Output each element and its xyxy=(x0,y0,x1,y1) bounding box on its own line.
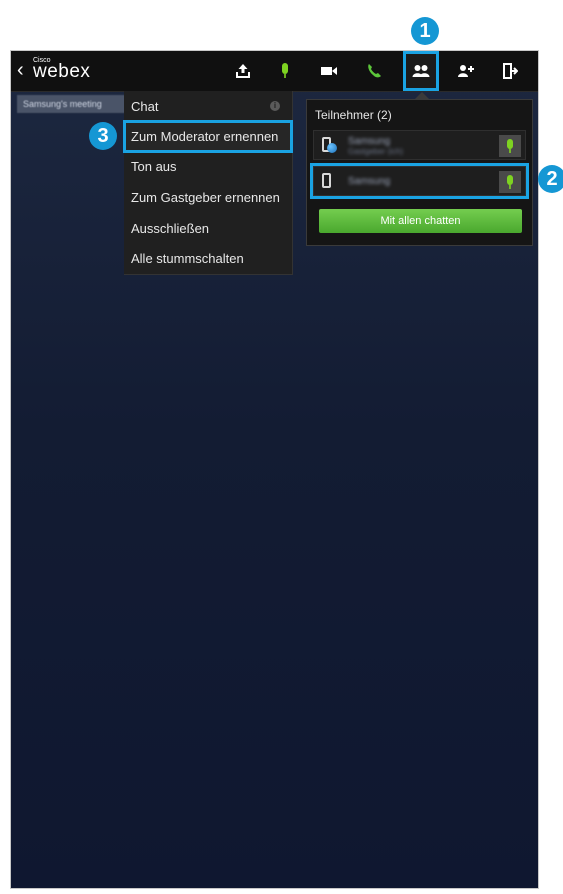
upload-icon[interactable] xyxy=(226,51,260,91)
microphone-icon[interactable] xyxy=(268,51,302,91)
exit-icon[interactable] xyxy=(493,51,527,91)
participant-name: Samsung xyxy=(348,176,391,187)
phone-icon[interactable] xyxy=(357,51,391,91)
menu-item-label: Zum Moderator ernennen xyxy=(131,129,279,144)
callout-badge-3: 3 xyxy=(89,122,117,150)
menu-item-chat[interactable]: Chat i xyxy=(124,91,292,122)
participant-row[interactable]: Samsung Gastgeber (ich) xyxy=(313,130,526,160)
video-camera-icon[interactable] xyxy=(312,51,346,91)
participants-panel: Teilnehmer (2) Samsung Gastgeber (ich) S… xyxy=(306,99,533,246)
info-icon: i xyxy=(270,101,280,111)
app-window: ‹ Cisco webex Samsung's meeting Chat i Z… xyxy=(10,50,539,889)
participant-role: Gastgeber (ich) xyxy=(348,147,404,156)
webex-logo: webex xyxy=(33,61,91,82)
phone-device-icon xyxy=(322,173,331,188)
meeting-tab[interactable]: Samsung's meeting xyxy=(17,95,125,113)
host-status-icon xyxy=(327,143,337,153)
menu-item-label: Ausschließen xyxy=(131,221,210,236)
back-arrow-icon[interactable]: ‹ xyxy=(17,60,24,80)
chat-with-all-button[interactable]: Mit allen chatten xyxy=(319,209,522,233)
menu-item-mute-all[interactable]: Alle stummschalten xyxy=(124,243,292,274)
microphone-icon[interactable] xyxy=(499,171,521,193)
menu-item-label: Zum Gastgeber ernennen xyxy=(131,190,280,205)
top-toolbar: ‹ Cisco webex xyxy=(11,51,538,92)
menu-item-make-host[interactable]: Zum Gastgeber ernennen xyxy=(124,182,292,213)
menu-item-label: Chat xyxy=(131,99,159,114)
menu-item-label: Ton aus xyxy=(131,159,177,174)
participant-context-menu: Chat i Zum Moderator ernennen Ton aus Zu… xyxy=(123,91,293,275)
participant-row[interactable]: Samsung xyxy=(310,163,529,199)
participant-name: Samsung xyxy=(348,136,391,147)
menu-item-make-presenter[interactable]: Zum Moderator ernennen xyxy=(123,120,293,153)
callout-badge-1: 1 xyxy=(411,17,439,45)
microphone-icon[interactable] xyxy=(499,135,521,157)
menu-item-mute[interactable]: Ton aus xyxy=(124,151,292,182)
callout-badge-2: 2 xyxy=(538,165,563,193)
add-participant-icon[interactable] xyxy=(449,51,483,91)
participants-icon[interactable] xyxy=(403,51,439,91)
participants-title: Teilnehmer (2) xyxy=(315,108,392,122)
menu-item-label: Alle stummschalten xyxy=(131,251,244,266)
menu-item-expel[interactable]: Ausschließen xyxy=(124,213,292,244)
